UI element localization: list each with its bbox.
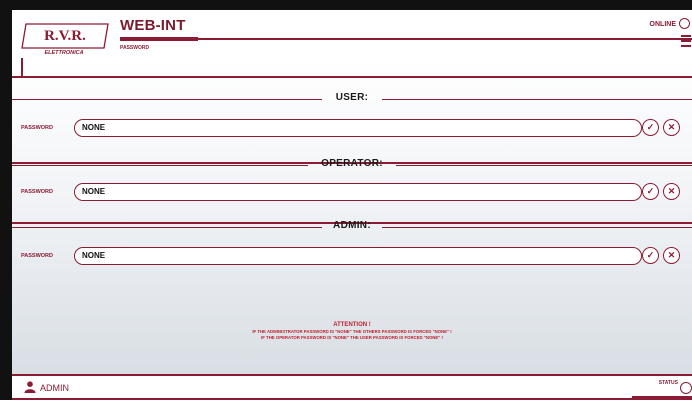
user-section-title: USER: [335, 92, 369, 103]
attention-line-2: IF THE OPERATOR PASSWORD IS "NONE" THE U… [261, 335, 443, 340]
close-icon: ✕ [667, 250, 676, 260]
svg-text:R.V.R.: R.V.R. [44, 28, 86, 44]
svg-text:ELETTRONICA: ELETTRONICA [44, 50, 83, 56]
admin-section-title: ADMIN: [333, 220, 371, 231]
close-icon: ✕ [667, 186, 676, 196]
status-label: STATUS [658, 380, 678, 386]
admin-password-field[interactable]: NONE [74, 247, 642, 265]
admin-section: ADMIN: PASSWORD NONE ✓ ✕ [12, 218, 692, 265]
user-section: USER: PASSWORD NONE ✓ ✕ [12, 90, 692, 137]
online-status-label: ONLINE [649, 21, 676, 28]
attention-line-1: IF THE ADMINISTRATOR PASSWORD IS "NONE" … [252, 329, 452, 334]
title-underline [120, 37, 198, 41]
side-accent-line [21, 58, 23, 76]
rvr-logo: R.V.R. ELETTRONICA [21, 23, 109, 56]
operator-section: OPERATOR: PASSWORD NONE ✓ ✕ [12, 156, 692, 201]
app-window: R.V.R. ELETTRONICA WEB-INT PASSWORD ONLI… [12, 10, 692, 400]
hamburger-menu-icon[interactable] [681, 35, 691, 47]
header: R.V.R. ELETTRONICA WEB-INT PASSWORD ONLI… [12, 10, 692, 58]
attention-title: ATTENTION ! [333, 322, 371, 328]
user-password-field[interactable]: NONE [74, 119, 642, 137]
check-icon: ✓ [646, 186, 655, 196]
password-label: PASSWORD [21, 125, 53, 131]
status-circle-icon[interactable] [680, 382, 692, 394]
header-divider [198, 38, 692, 40]
page-subtitle: PASSWORD [120, 45, 150, 51]
password-label: PASSWORD [21, 189, 53, 195]
user-confirm-button[interactable]: ✓ [642, 119, 659, 136]
logged-user-label[interactable]: ADMIN [40, 383, 69, 393]
user-cancel-button[interactable]: ✕ [663, 119, 680, 136]
footer: ADMIN STATUS [12, 376, 692, 400]
password-label: PASSWORD [21, 253, 53, 259]
check-icon: ✓ [646, 122, 655, 132]
password-content: USER: PASSWORD NONE ✓ ✕ OPERATOR: PASSWO… [12, 58, 692, 376]
operator-password-field[interactable]: NONE [74, 183, 642, 201]
check-icon: ✓ [646, 250, 655, 260]
app-title: WEB-INT [120, 17, 186, 34]
operator-cancel-button[interactable]: ✕ [663, 183, 680, 200]
operator-confirm-button[interactable]: ✓ [642, 183, 659, 200]
operator-section-title: OPERATOR: [321, 158, 383, 169]
admin-confirm-button[interactable]: ✓ [642, 247, 659, 264]
section-divider [12, 76, 692, 78]
attention-notice: ATTENTION ! IF THE ADMINISTRATOR PASSWOR… [12, 322, 692, 340]
close-icon: ✕ [667, 122, 676, 132]
admin-cancel-button[interactable]: ✕ [663, 247, 680, 264]
online-circle-icon[interactable] [679, 18, 690, 29]
user-icon [24, 381, 36, 393]
